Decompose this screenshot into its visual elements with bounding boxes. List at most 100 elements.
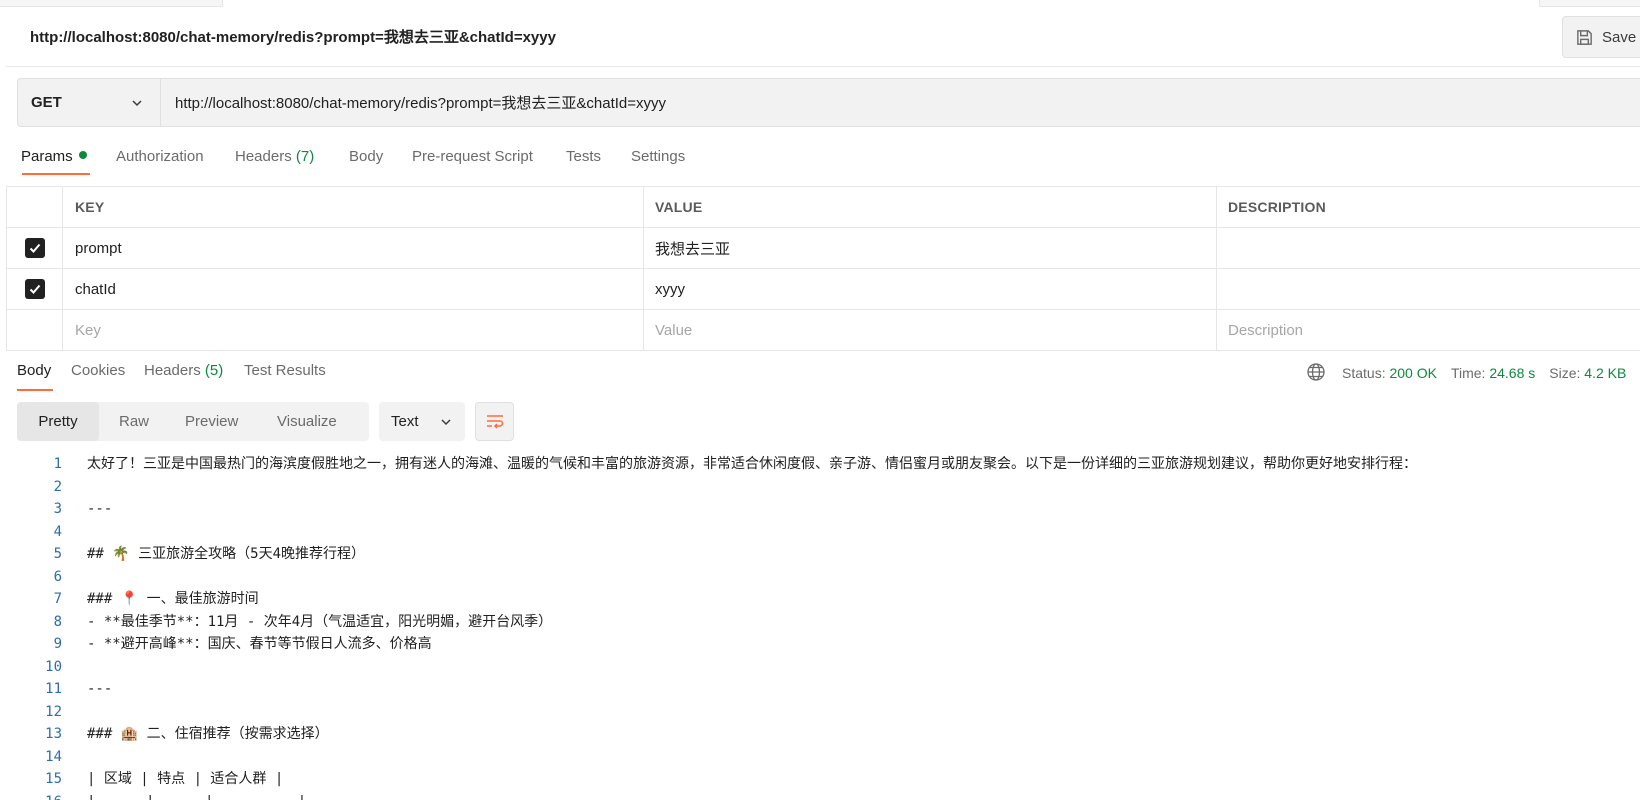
response-tab-headers-label: Headers [144, 362, 201, 379]
response-tab-test-results-label: Test Results [244, 362, 326, 379]
line-text: --- [87, 681, 113, 697]
view-mode-selector: Pretty Raw Preview Visualize [17, 402, 369, 441]
code-line: 1 太好了！三亚是中国最热门的海滨度假胜地之一，拥有迷人的海滩、温暖的气候和丰富的… [0, 453, 1640, 476]
param-key[interactable]: chatId [62, 269, 643, 309]
method-value: GET [31, 94, 62, 111]
code-line: 9 - **避开高峰**：国庆、春节等节假日人流多、价格高 [0, 633, 1640, 656]
line-number: 10 [45, 658, 62, 675]
line-text: ### 📍 一、最佳旅游时间 [87, 591, 259, 607]
url-input[interactable]: http://localhost:8080/chat-memory/redis?… [161, 78, 1640, 127]
view-mode-pretty[interactable]: Pretty [17, 402, 99, 441]
new-description-input[interactable]: Description [1216, 310, 1640, 350]
line-number: 4 [53, 523, 62, 540]
code-line: 16 |------|------|----------| [0, 791, 1640, 800]
time-group[interactable]: Time: 24.68 s [1451, 365, 1535, 381]
code-line: 2 [0, 476, 1640, 499]
code-line: 12 [0, 701, 1640, 724]
checkmark-icon [29, 284, 40, 294]
response-tab-body[interactable]: Body [17, 362, 51, 379]
code-line: 7 ### 📍 一、最佳旅游时间 [0, 588, 1640, 611]
tab-pre-request-script[interactable]: Pre-request Script [412, 148, 533, 165]
line-text: --- [87, 501, 113, 517]
line-number: 6 [53, 568, 62, 585]
line-number: 14 [45, 748, 62, 765]
wrap-lines-button[interactable] [475, 402, 514, 441]
line-text: ## 🌴 三亚旅游全攻略（5天4晚推荐行程） [87, 546, 366, 562]
tab-params[interactable]: Params [21, 148, 87, 165]
tab-tests[interactable]: Tests [566, 148, 601, 165]
param-value[interactable]: 我想去三亚 [643, 228, 1216, 268]
line-text: |------|------|----------| [87, 791, 306, 800]
line-text: - **避开高峰**：国庆、春节等节假日人流多、价格高 [87, 636, 432, 652]
size-group[interactable]: Size: 4.2 KB [1549, 365, 1626, 381]
code-line: 8 - **最佳季节**：11月 - 次年4月（气温适宜，阳光明媚，避开台风季） [0, 611, 1640, 634]
tab-tests-label: Tests [566, 148, 602, 165]
new-value-input[interactable]: Value [643, 310, 1216, 350]
param-checkbox[interactable] [24, 279, 45, 299]
line-text: - **最佳季节**：11月 - 次年4月（气温适宜，阳光明媚，避开台风季） [87, 613, 553, 630]
new-key-input[interactable]: Key [62, 310, 643, 350]
param-description[interactable] [1216, 228, 1640, 268]
view-mode-preview[interactable]: Preview [185, 402, 238, 441]
line-number: 12 [45, 703, 62, 720]
code-line: 11 --- [0, 678, 1640, 701]
code-line: 3 --- [0, 498, 1640, 521]
format-select[interactable]: Text [379, 402, 465, 441]
response-tab-headers[interactable]: Headers (5) [144, 362, 223, 379]
response-body-editor[interactable]: 1 太好了！三亚是中国最热门的海滨度假胜地之一，拥有迷人的海滩、温暖的气候和丰富的… [0, 453, 1640, 800]
chevron-down-icon [132, 100, 142, 107]
request-tab-strip [0, 0, 1640, 7]
response-meta: Status: 200 OK Time: 24.68 s Size: 4.2 K… [1342, 362, 1640, 384]
tab-body-label: Body [349, 148, 384, 165]
size-value: 4.2 KB [1584, 365, 1627, 381]
request-name[interactable]: http://localhost:8080/chat-memory/redis?… [30, 26, 556, 47]
param-checkbox[interactable] [24, 238, 45, 258]
tab-body[interactable]: Body [349, 148, 383, 165]
view-mode-raw[interactable]: Raw [119, 402, 149, 441]
code-line: 14 [0, 746, 1640, 769]
response-tab-test-results[interactable]: Test Results [244, 362, 326, 379]
line-number: 5 [53, 546, 62, 562]
response-tab-cookies-label: Cookies [71, 362, 126, 379]
response-tab-indicator [17, 389, 53, 391]
code-line: 6 [0, 566, 1640, 589]
param-key[interactable]: prompt [62, 228, 643, 268]
save-button[interactable]: Save [1562, 16, 1640, 58]
line-number: 7 [53, 591, 62, 607]
response-tab-cookies[interactable]: Cookies [71, 362, 125, 379]
method-select[interactable]: GET [17, 78, 161, 127]
tab-headers[interactable]: Headers (7) [235, 148, 314, 165]
active-tab-indicator [22, 173, 90, 175]
code-line: 13 ### 🏨 二、住宿推荐（按需求选择） [0, 723, 1640, 746]
header-checkbox-cell [6, 186, 62, 227]
response-tab-body-label: Body [17, 362, 52, 379]
status-group[interactable]: Status: 200 OK [1342, 365, 1437, 381]
view-mode-visualize[interactable]: Visualize [277, 402, 337, 441]
tab-settings[interactable]: Settings [631, 148, 685, 165]
header-description: DESCRIPTION [1216, 186, 1640, 227]
tab-pre-request-script-label: Pre-request Script [412, 148, 533, 165]
tab-params-label: Params [21, 148, 73, 165]
response-tab-headers-count: (5) [204, 362, 224, 379]
active-request-tab[interactable] [222, 0, 1540, 7]
row-checkbox-cell [6, 269, 62, 309]
table-row: prompt 我想去三亚 [6, 228, 1640, 269]
tab-authorization[interactable]: Authorization [116, 148, 204, 165]
params-table: KEY VALUE DESCRIPTION prompt 我想去三亚 chatI… [6, 186, 1640, 351]
params-table-header: KEY VALUE DESCRIPTION [6, 186, 1640, 228]
line-text: ### 🏨 二、住宿推荐（按需求选择） [87, 726, 329, 742]
line-number: 13 [45, 726, 62, 742]
line-text: 太好了！三亚是中国最热门的海滨度假胜地之一，拥有迷人的海滩、温暖的气候和丰富的旅… [87, 456, 1417, 472]
line-number: 2 [53, 478, 62, 495]
line-number: 8 [53, 613, 62, 630]
status-label: Status: [1342, 365, 1386, 381]
row-checkbox-cell [6, 310, 62, 350]
param-value[interactable]: xyyy [643, 269, 1216, 309]
code-line: 5 ## 🌴 三亚旅游全攻略（5天4晚推荐行程） [0, 543, 1640, 566]
header-divider [6, 66, 1640, 67]
globe-icon[interactable] [1306, 362, 1326, 386]
tab-settings-label: Settings [631, 148, 686, 165]
line-number: 1 [53, 456, 62, 472]
param-description[interactable] [1216, 269, 1640, 309]
code-line: 10 [0, 656, 1640, 679]
